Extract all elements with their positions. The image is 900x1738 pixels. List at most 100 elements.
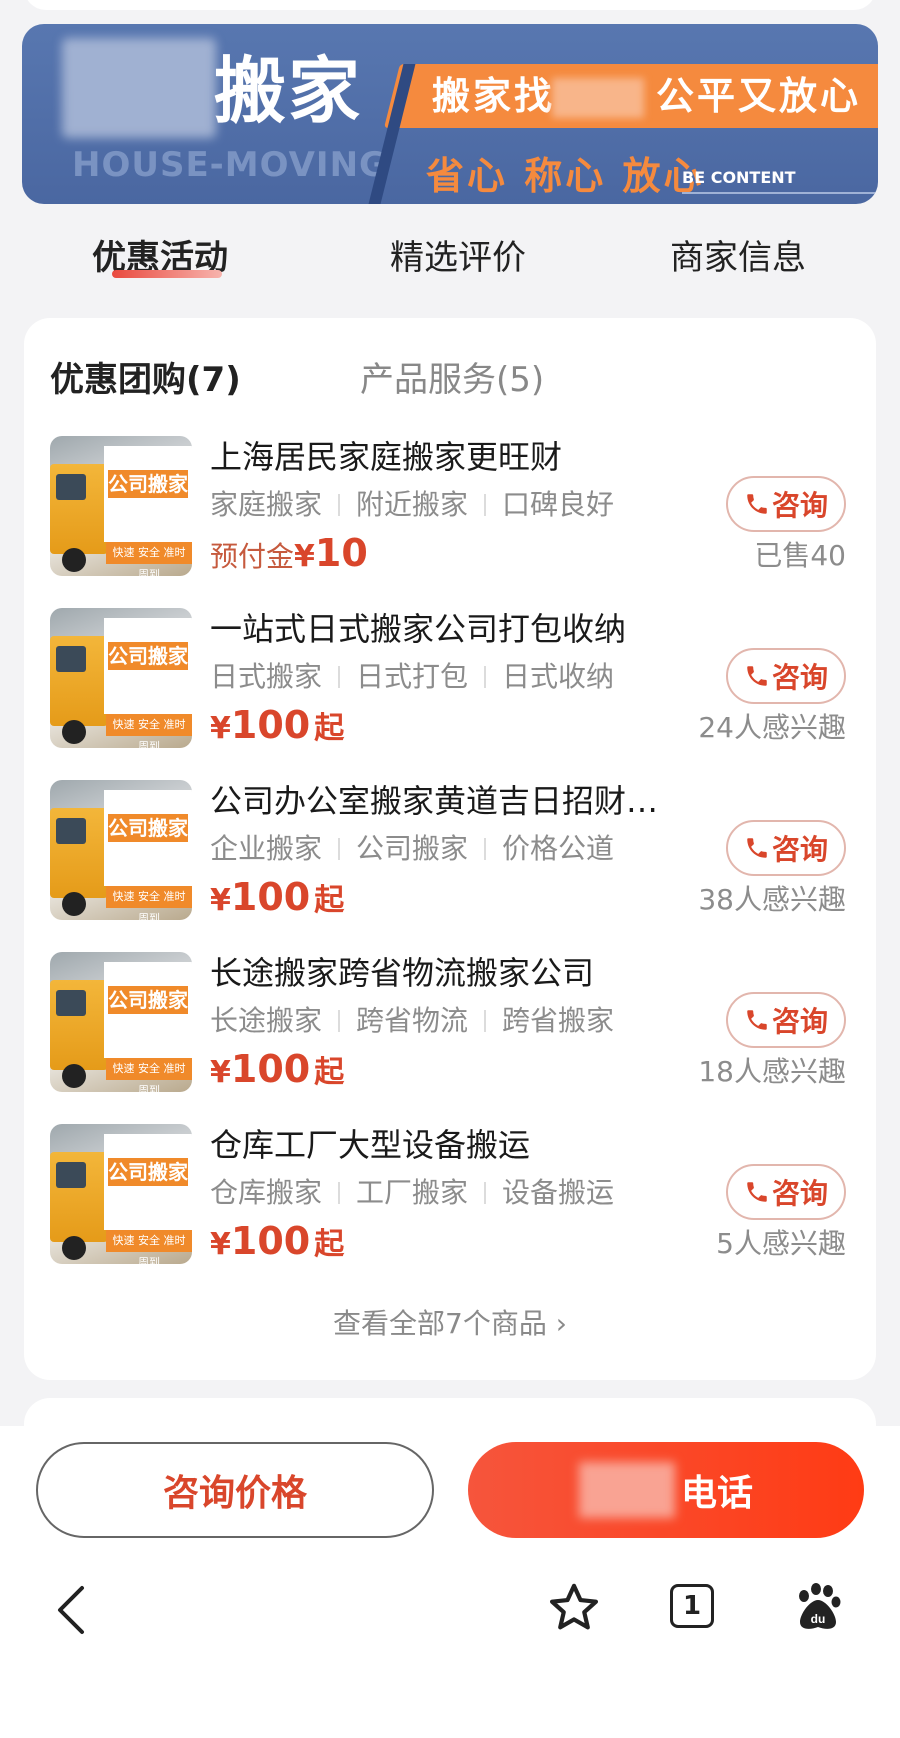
product-item[interactable]: 公司搬家 快速 安全 准时 周到 上海居民家庭搬家更旺财 家庭搬家 附近搬家 口碑良… [50,436,850,576]
product-title: 长途搬家跨省物流搬家公司 [210,954,595,992]
product-title: 上海居民家庭搬家更旺财 [210,438,563,476]
tabs-icon[interactable]: 1 [670,1584,714,1628]
consult-button[interactable]: 咨询 [726,648,846,704]
phone-icon [747,838,767,858]
tag-separator [338,1182,341,1204]
product-tag: 跨省物流 [356,1004,469,1037]
phone-icon [747,666,767,686]
price-value: 100 [230,1047,311,1091]
product-price: ¥100 起 [210,1218,344,1272]
currency-symbol: ¥ [294,539,315,574]
product-title: 一站式日式搬家公司打包收纳 [210,610,627,648]
subtab-group-buy[interactable]: 优惠团购(7) [50,358,241,402]
banner-title: 搬家 [214,49,363,133]
blurred-store-name [62,38,216,138]
consult-button[interactable]: 咨询 [726,476,846,532]
truck-window-image [56,818,86,844]
tag-separator [484,838,487,860]
truck-wheel-image [62,892,86,916]
price-value: 100 [230,703,311,747]
call-phone-button[interactable]: 电话 [468,1442,864,1538]
thumbnail-label: 公司搬家 [108,1158,188,1186]
thumbnail-label: 公司搬家 [108,814,188,842]
truck-window-image [56,1162,86,1188]
product-tag: 仓库搬家 [210,1176,323,1209]
call-phone-label: 电话 [680,1473,753,1514]
banner-slogan-rule [682,192,878,194]
banner-subtitle-en: HOUSE-MOVING [72,145,388,185]
product-item[interactable]: 公司搬家 快速 安全 准时 周到 长途搬家跨省物流搬家公司 长途搬家 跨省物流 跨省… [50,952,850,1092]
consult-button[interactable]: 咨询 [726,992,846,1048]
subtab-services[interactable]: 产品服务(5) [360,358,544,402]
consult-button[interactable]: 咨询 [726,1164,846,1220]
tag-separator [484,494,487,516]
product-tags: 企业搬家 公司搬家 价格公道 [210,830,614,868]
bottom-action-bar: 咨询价格 电话 [0,1426,900,1556]
product-item[interactable]: 公司搬家 快速 安全 准时 周到 公司办公室搬家黄道吉日招财… 企业搬家 公司搬家… [50,780,850,920]
product-tag: 企业搬家 [210,832,323,865]
product-tag: 附近搬家 [356,488,469,521]
product-interest: 38人感兴趣 [698,883,846,916]
banner-slogan-divider [368,64,416,204]
product-tag: 日式搬家 [210,660,323,693]
product-price: ¥100 起 [210,702,344,756]
truck-wheel-image [62,720,86,744]
product-tags: 日式搬家 日式打包 日式收纳 [210,658,614,696]
product-title: 公司办公室搬家黄道吉日招财… [210,782,659,820]
banner-slogan-part1: 搬家找 [432,74,556,118]
consult-label: 咨询 [771,661,828,694]
product-price: ¥100 起 [210,874,344,928]
banner-slogan-line2: 省心 称心 放心 [426,154,705,198]
tag-separator [338,494,341,516]
consult-price-button[interactable]: 咨询价格 [36,1442,434,1538]
product-tag: 日式打包 [356,660,469,693]
blurred-merchant-name [578,1462,675,1518]
consult-label: 咨询 [771,1005,828,1038]
tab-reviews[interactable]: 精选评价 [390,236,526,280]
price-suffix: 起 [314,1055,345,1090]
thumbnail-strip: 快速 安全 准时 周到 [106,886,192,920]
product-thumbnail: 公司搬家 快速 安全 准时 周到 [50,1124,192,1264]
tag-separator [484,1182,487,1204]
truck-wheel-image [62,548,86,572]
product-item[interactable]: 公司搬家 快速 安全 准时 周到 仓库工厂大型设备搬运 仓库搬家 工厂搬家 设备搬运… [50,1124,850,1264]
consult-price-label: 咨询价格 [162,1473,307,1514]
price-value: 100 [230,875,311,919]
currency-symbol: ¥ [210,1055,231,1090]
banner-slogan-part2: 公平又放心 [656,74,862,118]
product-interest: 24人感兴趣 [698,711,846,744]
price-value: 100 [230,1219,311,1263]
thumbnail-label: 公司搬家 [108,642,188,670]
price-label: 预付金 [210,540,295,573]
product-tags: 家庭搬家 附近搬家 口碑良好 [210,486,614,524]
store-banner: 搬家 HOUSE-MOVING 搬家找 公平又放心 省心 称心 放心 BE CO… [22,24,878,204]
product-item[interactable]: 公司搬家 快速 安全 准时 周到 一站式日式搬家公司打包收纳 日式搬家 日式打包日… [50,608,850,748]
product-tag: 设备搬运 [502,1176,615,1209]
price-value: 10 [314,531,368,575]
price-suffix: 起 [314,711,345,746]
phone-icon [747,494,767,514]
star-icon[interactable] [546,1580,602,1636]
consult-button[interactable]: 咨询 [726,820,846,876]
tab-merchant-info[interactable]: 商家信息 [670,236,806,280]
currency-symbol: ¥ [210,711,231,746]
thumbnail-label: 公司搬家 [108,470,188,498]
product-tag: 长途搬家 [210,1004,323,1037]
back-icon[interactable] [50,1580,94,1640]
view-all-products-link[interactable]: 查看全部7个商品 › [0,1304,900,1344]
truck-window-image [56,474,86,500]
product-thumbnail: 公司搬家 快速 安全 准时 周到 [50,952,192,1092]
tag-separator [484,666,487,688]
baidu-paw-icon[interactable]: du [790,1580,846,1636]
blurred-slogan-name [552,78,644,118]
truck-window-image [56,990,86,1016]
product-tag: 跨省搬家 [502,1004,615,1037]
thumbnail-label: 公司搬家 [108,986,188,1014]
phone-icon [747,1010,767,1030]
truck-window-image [56,646,86,672]
tab-count: 1 [682,1591,702,1621]
currency-symbol: ¥ [210,883,231,918]
tag-separator [338,666,341,688]
thumbnail-strip: 快速 安全 准时 周到 [106,542,192,576]
truck-wheel-image [62,1064,86,1088]
